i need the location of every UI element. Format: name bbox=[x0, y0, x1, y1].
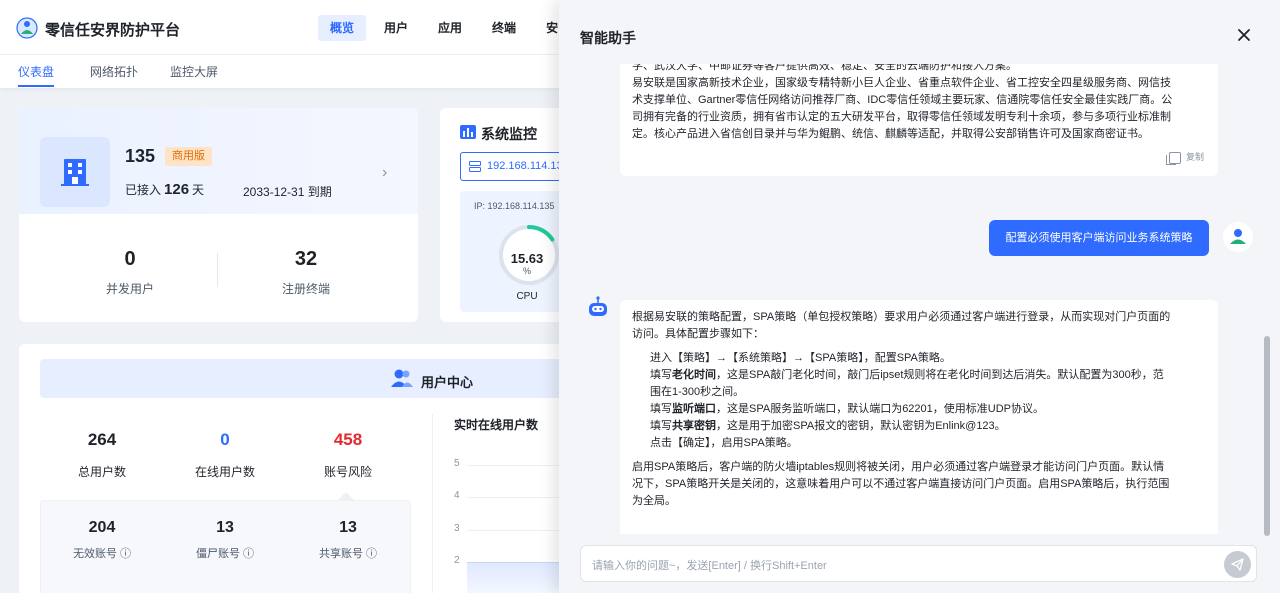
assistant-answer: 根据易安联的策略配置，SPA策略（单包授权策略）要求用户必须通过客户端进行登录，… bbox=[620, 300, 1218, 534]
send-icon bbox=[1231, 558, 1244, 571]
account-risk-value[interactable]: 458 bbox=[288, 430, 408, 450]
invalid-accounts-value: 204 bbox=[88, 519, 116, 536]
answer-outro-3: 为全局。 bbox=[632, 495, 676, 507]
user-center-title: 用户中心 bbox=[421, 375, 474, 390]
answer-step-1: 进入【策略】→【系统策略】→【SPA策略】，配置SPA策略。 bbox=[650, 352, 951, 364]
user-center-header bbox=[40, 359, 570, 398]
connected-days: 已接入 126 天 bbox=[125, 181, 204, 198]
answer-step-4: 填写共享密钥，这是用于加密SPA报文的密钥，默认密钥为Enlink@123。 bbox=[650, 420, 1006, 432]
license-summary: 135 商用版 已接入 126 天 2033-12-31 到期 › bbox=[19, 108, 418, 214]
shared-accounts-label: 共享账号 ⓘ bbox=[318, 548, 378, 560]
online-chart-title: 实时在线用户数 bbox=[454, 418, 539, 432]
chat-scrollbar[interactable] bbox=[1264, 336, 1270, 536]
answer-step-2: 填写老化时间，这是SPA敲门老化时间，敲门后ipset规则将在老化时间到达后消失… bbox=[650, 369, 1164, 381]
y-tick-4: 4 bbox=[454, 490, 460, 501]
building-icon-box bbox=[40, 137, 110, 207]
server-ip-select[interactable]: 192.168.114.13 bbox=[460, 152, 570, 181]
bot-avatar-icon bbox=[589, 296, 607, 316]
send-button[interactable] bbox=[1224, 551, 1251, 578]
copy-icon bbox=[1165, 151, 1181, 165]
invalid-accounts-label: 无效账号 ⓘ bbox=[72, 548, 132, 560]
assistant-drawer: 智能助手 学、武汉大学、中邮证券等客户提供高效、稳定、安全的云端防护和接入方案。… bbox=[559, 0, 1280, 593]
input-placeholder: 请输入你的问题~，发送[Enter] / 换行Shift+Enter bbox=[592, 560, 827, 572]
subnav-dashboard[interactable]: 仪表盘 bbox=[18, 63, 54, 80]
subnav-active-indicator bbox=[18, 85, 54, 87]
total-users-value: 264 bbox=[87, 430, 117, 449]
zombie-accounts-value: 13 bbox=[216, 519, 234, 536]
cpu-panel-ip: IP: 192.168.114.135 bbox=[474, 201, 555, 211]
subnav-topology[interactable]: 网络拓扑 bbox=[90, 63, 138, 80]
nav-apps[interactable]: 应用 bbox=[426, 15, 474, 41]
y-tick-3: 3 bbox=[454, 523, 460, 534]
user-center-card: 用户中心 264 总用户数 0 在线用户数 458 账号风险 204 无效账号 … bbox=[19, 344, 587, 593]
cpu-unit: % bbox=[522, 266, 531, 276]
brand-title: 零信任安界防护平台 bbox=[45, 22, 181, 39]
monitor-title: 系统监控 bbox=[481, 126, 537, 142]
total-users-label: 总用户数 bbox=[77, 465, 126, 479]
building-icon bbox=[61, 159, 89, 186]
stat-divider bbox=[217, 253, 218, 287]
edition-badge: 商用版 bbox=[165, 147, 212, 166]
logo-icon bbox=[16, 17, 38, 39]
answer-outro-1: 启用SPA策略后，客户端的防火墙iptables规则将被关闭，用户必须通过客户端… bbox=[632, 461, 1165, 473]
message-line: 定。核心产品进入省信创目录并与华为鲲鹏、统信、麒麟等适配，并取得公安部销售许可及… bbox=[632, 128, 1149, 140]
cpu-label: CPU bbox=[516, 291, 538, 302]
y-tick-5: 5 bbox=[454, 458, 460, 469]
copy-label: 复制 bbox=[1185, 152, 1204, 162]
zombie-accounts-label: 僵尸账号 ⓘ bbox=[195, 548, 255, 560]
answer-step-5: 点击【确定】，启用SPA策略。 bbox=[650, 437, 798, 449]
answer-intro-2: 访问。具体配置步骤如下： bbox=[632, 328, 764, 340]
message-line: 易安联是国家高新技术企业，国家级专精特新小巨人企业、省重点软件企业、省工控安全四… bbox=[632, 77, 1171, 89]
subnav-bigscreen[interactable]: 监控大屏 bbox=[170, 63, 218, 80]
y-tick-2: 2 bbox=[454, 555, 460, 566]
user-message: 配置必须使用客户端访问业务系统策略 bbox=[989, 220, 1209, 256]
answer-step-2-cont: 围在1-300秒之间。 bbox=[650, 386, 745, 398]
answer-intro: 根据易安联的策略配置，SPA策略（单包授权策略）要求用户必须通过客户端进行登录，… bbox=[632, 311, 1171, 323]
message-line: 学、武汉大学、中邮证券等客户提供高效、稳定、安全的云端防护和接入方案。 bbox=[632, 64, 1017, 72]
main-nav: 概览 用户 应用 终端 安 bbox=[318, 15, 570, 41]
days-unit: 天 bbox=[192, 183, 205, 197]
assistant-message: 学、武汉大学、中邮证券等客户提供高效、稳定、安全的云端防护和接入方案。 易安联是… bbox=[620, 64, 1218, 176]
users-icon bbox=[391, 369, 413, 387]
nav-terminals[interactable]: 终端 bbox=[480, 15, 528, 41]
cpu-value: 15.63 bbox=[510, 251, 544, 266]
expire-date: 2033-12-31 到期 bbox=[243, 185, 332, 199]
nav-overview[interactable]: 概览 bbox=[318, 15, 367, 41]
question-input[interactable]: 请输入你的问题~，发送[Enter] / 换行Shift+Enter bbox=[580, 545, 1257, 582]
close-icon[interactable] bbox=[1235, 26, 1253, 44]
registered-terminals-label: 注册终端 bbox=[281, 282, 330, 296]
nav-users[interactable]: 用户 bbox=[372, 15, 420, 41]
account-risk-label: 账号风险 bbox=[323, 465, 372, 479]
server-ip-value: 192.168.114.13 bbox=[487, 160, 563, 172]
drawer-header: 智能助手 bbox=[559, 0, 1280, 64]
server-icon bbox=[469, 161, 481, 172]
days-prefix: 已接入 bbox=[125, 183, 162, 197]
message-line: 术支撑单位、Gartner零信任网络访问推荐厂商、IDC零信任领域主要玩家、信通… bbox=[632, 94, 1173, 106]
answer-outro-2: 况下，SPA策略开关是关闭的，这意味着用户可以不通过客户端直接访问门户页面。启用… bbox=[632, 478, 1170, 490]
concurrent-users-label: 并发用户 bbox=[105, 282, 154, 296]
license-card: 135 商用版 已接入 126 天 2033-12-31 到期 › 0 并发用户 3… bbox=[19, 108, 418, 322]
chat-scroll-area[interactable]: 学、武汉大学、中邮证券等客户提供高效、稳定、安全的云端防护和接入方案。 易安联是… bbox=[559, 64, 1269, 534]
system-monitor-card: 系统监控 192.168.114.13 IP: 192.168.114.135 … bbox=[440, 108, 570, 322]
answer-step-3: 填写监听端口，这是SPA服务监听端口，默认端口为62201，使用标准UDP协议。 bbox=[650, 403, 1045, 415]
user-avatar-icon bbox=[1223, 222, 1253, 252]
cpu-panel: IP: 192.168.114.135 15.63 % CPU bbox=[460, 191, 570, 312]
online-users-value: 0 bbox=[220, 430, 230, 449]
assistant-title: 智能助手 bbox=[580, 30, 636, 46]
registered-terminals-value: 32 bbox=[294, 248, 318, 270]
bar-chart-icon bbox=[460, 125, 476, 139]
chevron-right-icon[interactable]: › bbox=[382, 164, 387, 182]
concurrent-users-value: 0 bbox=[124, 248, 136, 270]
message-line: 司拥有完备的行业资质，拥有省市认定的五大研发平台，取得零信任领域发明专利十余项，… bbox=[632, 111, 1171, 123]
days-value: 126 bbox=[164, 181, 190, 198]
shared-accounts-value: 13 bbox=[339, 519, 357, 536]
online-users-label: 在线用户数 bbox=[194, 465, 255, 479]
user-center-divider bbox=[432, 414, 433, 593]
copy-button[interactable]: 复制 bbox=[1165, 149, 1204, 166]
license-count: 135 bbox=[125, 146, 156, 166]
